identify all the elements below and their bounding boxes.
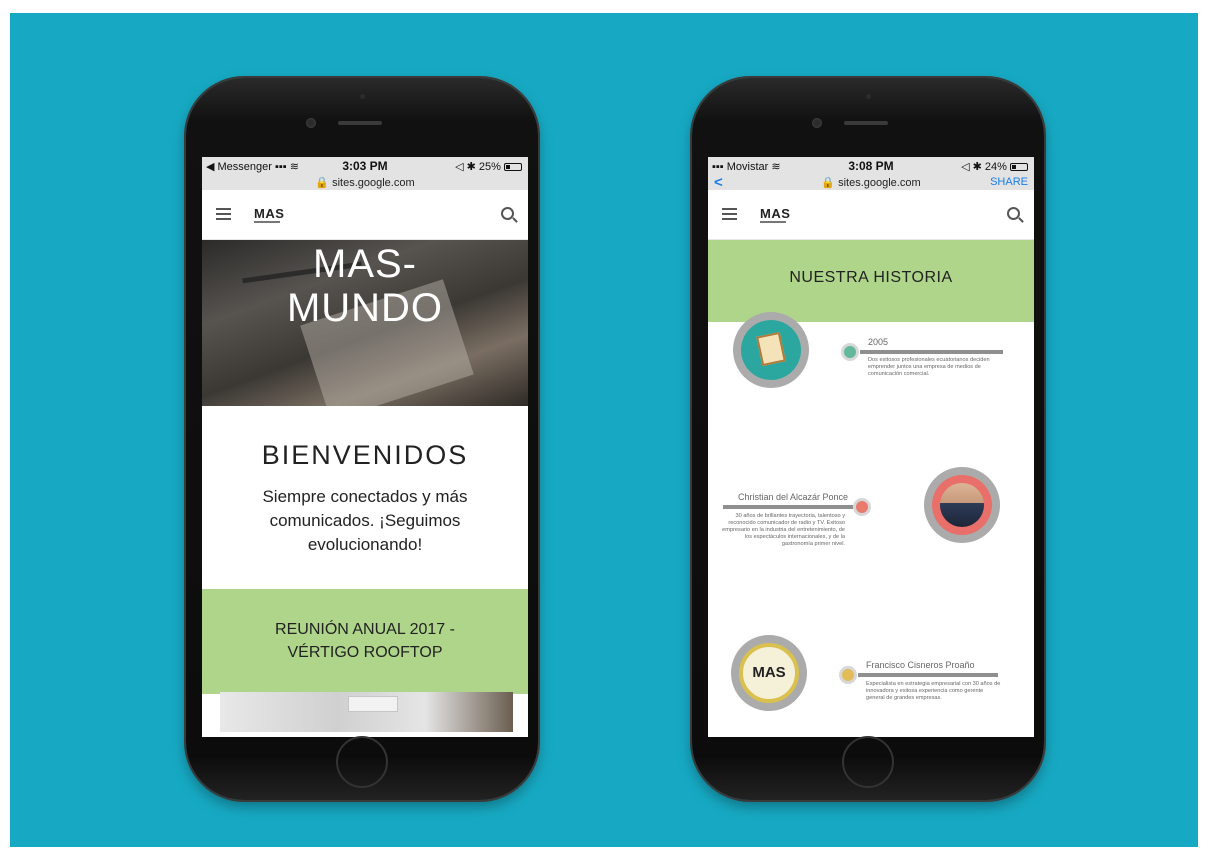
url-bar[interactable]: < 🔒 sites.google.com SHARE [708,174,1034,191]
battery-icon [1010,163,1028,172]
timeline-title: Christian del Alcazár Ponce [738,492,849,502]
home-button[interactable] [336,736,388,788]
sensor [360,94,365,99]
site-logo[interactable]: MAS [254,206,284,221]
timeline-bubble-francisco: MAS [731,635,807,711]
event-title-line1: REUNIÓN ANUAL 2017 - [275,621,455,638]
search-icon[interactable] [501,207,514,220]
timeline-dot [839,666,857,684]
front-camera [306,118,316,128]
welcome-section: BIENVENIDOS Siempre conectados y más com… [202,406,528,589]
status-bar: ◀ Messenger ▪▪▪ ≋ 3:03 PM ◁ ✱ 25% [202,157,528,176]
timeline-title: Francisco Cisneros Proaño [866,660,975,670]
battery-icon [504,163,522,172]
phone-left: ◀ Messenger ▪▪▪ ≋ 3:03 PM ◁ ✱ 25% 🔒 site… [186,78,538,800]
history-heading: NUESTRA HISTORIA [708,240,1034,322]
timeline-desc: Dos exitosos profesionales ecuatorianos … [868,357,990,377]
speaker [338,121,382,125]
site-header: MAS [202,190,528,240]
welcome-heading: BIENVENIDOS [261,440,469,470]
logo-underline [254,221,280,223]
mas-logo-icon: MAS [739,643,799,703]
screen-left: ◀ Messenger ▪▪▪ ≋ 3:03 PM ◁ ✱ 25% 🔒 site… [202,157,528,737]
status-right: ◁ ✱ 24% [961,160,1028,173]
timeline-bubble-christian [924,467,1000,543]
event-photo[interactable] [220,692,513,732]
timeline-line [858,673,998,677]
status-bar: ▪▪▪ Movistar ≋ 3:08 PM ◁ ✱ 24% [708,157,1034,176]
logo-underline [760,221,786,223]
hero-banner: MAS- MUNDO [202,240,528,406]
timeline-bubble-2005 [733,312,809,388]
share-button[interactable]: SHARE [990,176,1028,188]
portrait-icon [932,475,992,535]
timeline-title: 2005 [868,337,889,347]
welcome-text: Siempre conectados y más comunicados. ¡S… [262,487,468,554]
timeline-line [860,350,1003,354]
search-icon[interactable] [1007,207,1020,220]
status-right: ◁ ✱ 25% [455,160,522,173]
phone-right: ▪▪▪ Movistar ≋ 3:08 PM ◁ ✱ 24% < 🔒 sites… [692,78,1044,800]
event-title-line2: VÉRTIGO ROOFTOP [287,644,443,661]
timeline-desc: 30 años de brillantes trayectoria, talen… [722,513,845,547]
home-button[interactable] [842,736,894,788]
site-header: MAS [708,190,1034,240]
url-bar[interactable]: 🔒 sites.google.com [202,176,528,190]
timeline-line [723,505,853,509]
menu-icon[interactable] [722,208,737,220]
timeline-desc: Especialista en estrategia empresarial c… [866,681,1001,701]
photo-sign [348,696,398,712]
hero-title: MAS- MUNDO [286,242,444,330]
sensor [866,94,871,99]
site-logo[interactable]: MAS [760,206,790,221]
notepad-icon [741,320,801,380]
menu-icon[interactable] [216,208,231,220]
front-camera [812,118,822,128]
timeline-dot [853,498,871,516]
screen-right: ▪▪▪ Movistar ≋ 3:08 PM ◁ ✱ 24% < 🔒 sites… [708,157,1034,737]
timeline-dot [841,343,859,361]
url-text: 🔒 sites.google.com [821,177,921,189]
event-banner[interactable]: REUNIÓN ANUAL 2017 - VÉRTIGO ROOFTOP [202,589,528,694]
back-icon[interactable]: < [714,174,723,191]
speaker [844,121,888,125]
